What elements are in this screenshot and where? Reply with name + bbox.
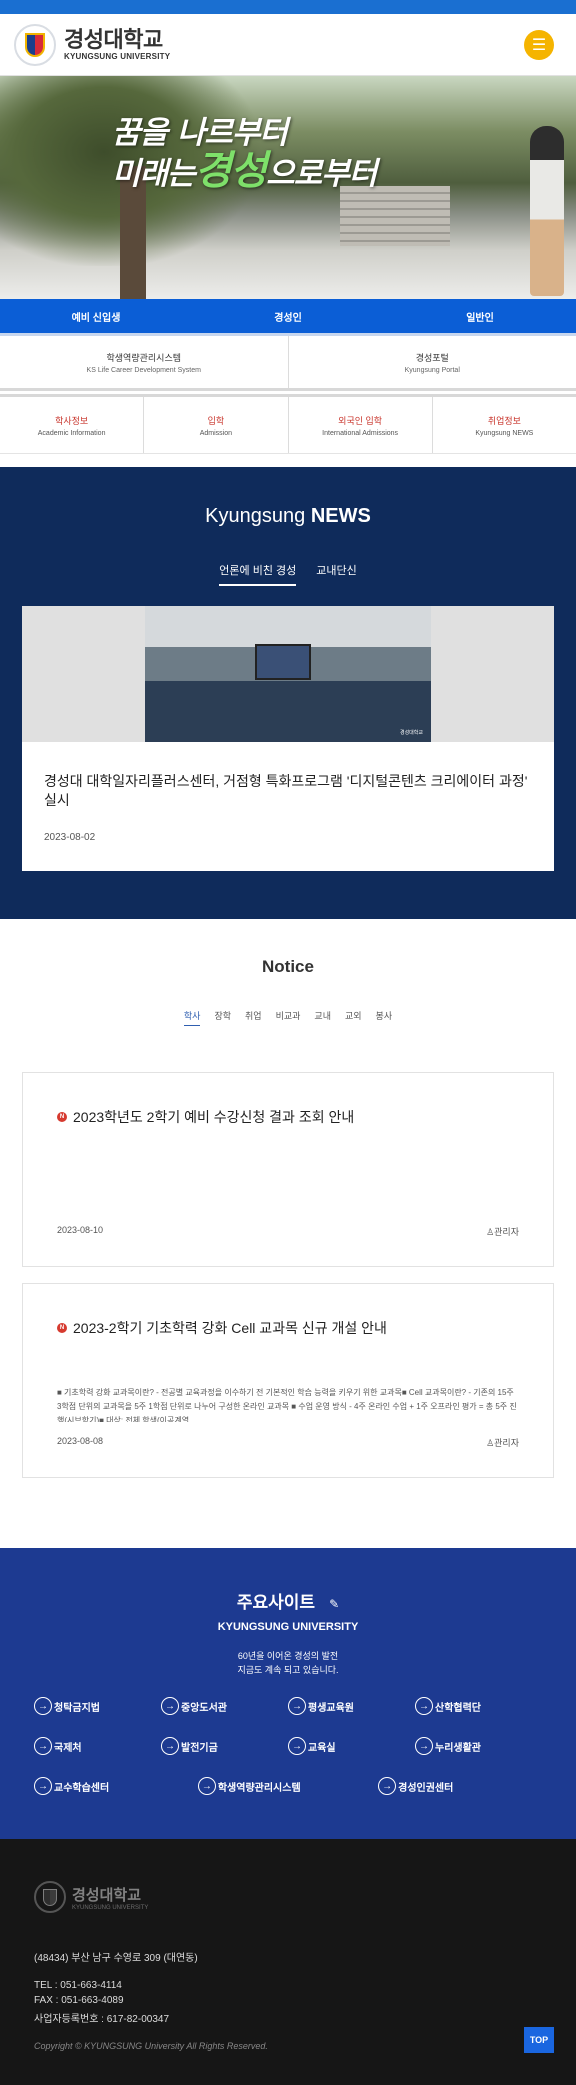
notice-tabs: 학사 장학 취업 비교과 교내 교외 봉사 (22, 1009, 554, 1026)
arrow-right-icon: → (34, 1737, 52, 1755)
tab-extracurricular[interactable]: 비교과 (276, 1009, 301, 1026)
university-logo[interactable]: 경성대학교 KYUNGSUNG UNIVERSITY (14, 24, 170, 66)
footer-fax: FAX : 051-663-4089 (34, 1995, 542, 2006)
site-link[interactable]: →발전기금 (161, 1737, 288, 1755)
site-link[interactable]: →경성인권센터 (378, 1777, 542, 1795)
hero-banner: 꿈을 나르부터 미래는경성으로부터 (0, 76, 576, 299)
site-link[interactable]: →국제처 (34, 1737, 161, 1755)
portal-links: 학생역량관리시스템 KS Life Career Development Sys… (0, 333, 576, 391)
logo-english: KYUNGSUNG UNIVERSITY (64, 52, 170, 61)
quick-admission[interactable]: 입학 Admission (143, 397, 287, 453)
user-icon: ♙ (486, 1227, 494, 1237)
sites-heading: 주요사이트✎ (34, 1588, 542, 1613)
arrow-right-icon: → (161, 1737, 179, 1755)
pencil-icon: ✎ (329, 1597, 339, 1611)
tab-employment[interactable]: 취업 (245, 1009, 262, 1026)
portal-career-system[interactable]: 학생역량관리시스템 KS Life Career Development Sys… (0, 336, 288, 388)
quick-links: 학사정보 Academic Information 입학 Admission 외… (0, 394, 576, 454)
tab-academic[interactable]: 학사 (184, 1009, 201, 1026)
new-badge: N (57, 1112, 67, 1122)
notice-summary: ■ 기초학력 강화 교과목이란? - 전공별 교육과정을 이수하기 전 기본적인… (57, 1338, 519, 1422)
arrow-right-icon: → (415, 1737, 433, 1755)
site-link[interactable]: →누리생활관 (415, 1737, 542, 1755)
emblem-icon (34, 1881, 66, 1913)
site-link[interactable]: →평생교육원 (288, 1697, 415, 1715)
arrow-right-icon: → (34, 1697, 52, 1715)
site-link[interactable]: →교육실 (288, 1737, 415, 1755)
news-heading: Kyungsung NEWS (22, 505, 554, 528)
site-link[interactable]: →산학협력단 (415, 1697, 542, 1715)
site-link[interactable]: →중앙도서관 (161, 1697, 288, 1715)
portal-kyungsung[interactable]: 경성포털 Kyungsung Portal (288, 336, 576, 388)
hamburger-icon: ☰ (532, 35, 546, 55)
emblem-icon (14, 24, 56, 66)
footer-logo: 경성대학교 KYUNGSUNG UNIVERSITY (34, 1881, 542, 1913)
arrow-right-icon: → (198, 1777, 216, 1795)
tab-press[interactable]: 언론에 비친 경성 (219, 562, 296, 586)
news-card[interactable]: 경성대학교 경성대 대학일자리플러스센터, 거점형 특화프로그램 '디지털콘텐츠… (22, 606, 554, 871)
arrow-right-icon: → (288, 1737, 306, 1755)
hero-slogan: 꿈을 나르부터 미래는경성으로부터 (112, 114, 376, 193)
audience-public[interactable]: 일반인 (384, 299, 576, 333)
news-photo: 경성대학교 (22, 606, 554, 742)
notice-summary (57, 1127, 519, 1211)
footer-tel: TEL : 051-663-4114 (34, 1980, 542, 1991)
sites-description: 60년을 이어온 경성의 발전 지금도 계속 되고 있습니다. (34, 1649, 542, 1677)
notice-section: Notice 학사 장학 취업 비교과 교내 교외 봉사 N 2023학년도 2… (0, 919, 576, 1512)
sites-grid: →청탁금지법 →중앙도서관 →평생교육원 →산학협력단 →국제처 →발전기금 →… (34, 1697, 542, 1755)
new-badge: N (57, 1323, 67, 1333)
scroll-top-button[interactable]: TOP (524, 2027, 554, 2053)
site-link[interactable]: →청탁금지법 (34, 1697, 161, 1715)
audience-prospective[interactable]: 예비 신입생 (0, 299, 192, 333)
tab-volunteer[interactable]: 봉사 (376, 1009, 393, 1026)
notice-title: 2023-2학기 기초학력 강화 Cell 교과목 신규 개설 안내 (73, 1318, 387, 1338)
tab-scholarship[interactable]: 장학 (214, 1009, 231, 1026)
arrow-right-icon: → (415, 1697, 433, 1715)
notice-title: 2023학년도 2학기 예비 수강신청 결과 조회 안내 (73, 1107, 354, 1127)
tab-on-campus[interactable]: 교내 (314, 1009, 331, 1026)
quick-academic[interactable]: 학사정보 Academic Information (0, 397, 143, 453)
arrow-right-icon: → (161, 1697, 179, 1715)
news-title: 경성대 대학일자리플러스센터, 거점형 특화프로그램 '디지털콘텐츠 크리에이터… (44, 772, 532, 810)
news-section: Kyungsung NEWS 언론에 비친 경성 교내단신 경성대학교 경성대 … (0, 467, 576, 919)
tab-campus-news[interactable]: 교내단신 (316, 562, 356, 586)
site-header: 경성대학교 KYUNGSUNG UNIVERSITY ☰ (0, 14, 576, 76)
notice-date: 2023-08-10 (57, 1225, 103, 1238)
site-link[interactable]: →학생역량관리시스템 (198, 1777, 378, 1795)
key-sites-section: 주요사이트✎ KYUNGSUNG UNIVERSITY 60년을 이어온 경성의… (0, 1548, 576, 1839)
news-date: 2023-08-02 (44, 832, 532, 843)
slogan-highlight: 경성 (195, 147, 267, 194)
arrow-right-icon: → (288, 1697, 306, 1715)
arrow-right-icon: → (34, 1777, 52, 1795)
top-accent-bar (0, 0, 576, 14)
footer-copyright: Copyright © KYUNGSUNG University All Rig… (34, 2041, 542, 2051)
tab-off-campus[interactable]: 교외 (345, 1009, 362, 1026)
quick-career[interactable]: 취업정보 Kyungsung NEWS (432, 397, 576, 453)
site-link[interactable]: →교수학습센터 (34, 1777, 198, 1795)
logo-korean: 경성대학교 (64, 28, 170, 52)
notice-author: ♙관리자 (486, 1436, 519, 1449)
audience-nav: 예비 신입생 경성인 일반인 (0, 299, 576, 333)
sites-grid-row3: →교수학습센터 →학생역량관리시스템 →경성인권센터 (34, 1777, 542, 1795)
arrow-right-icon: → (378, 1777, 396, 1795)
audience-members[interactable]: 경성인 (192, 299, 384, 333)
user-icon: ♙ (486, 1438, 494, 1448)
site-footer: 경성대학교 KYUNGSUNG UNIVERSITY (48434) 부산 남구… (0, 1839, 576, 2085)
footer-address: (48434) 부산 남구 수영로 309 (대연동) (34, 1949, 542, 1964)
sites-subheading: KYUNGSUNG UNIVERSITY (34, 1621, 542, 1633)
news-tabs: 언론에 비친 경성 교내단신 (22, 562, 554, 586)
notice-author: ♙관리자 (486, 1225, 519, 1238)
quick-international[interactable]: 외국인 입학 International Admissions (288, 397, 432, 453)
footer-business-number: 사업자등록번호 : 617-82-00347 (34, 2010, 542, 2025)
notice-date: 2023-08-08 (57, 1436, 103, 1449)
notice-card[interactable]: N 2023-2학기 기초학력 강화 Cell 교과목 신규 개설 안내 ■ 기… (22, 1283, 554, 1478)
notice-heading: Notice (22, 957, 554, 977)
menu-button[interactable]: ☰ (524, 30, 554, 60)
notice-card[interactable]: N 2023학년도 2학기 예비 수강신청 결과 조회 안내 2023-08-1… (22, 1072, 554, 1267)
